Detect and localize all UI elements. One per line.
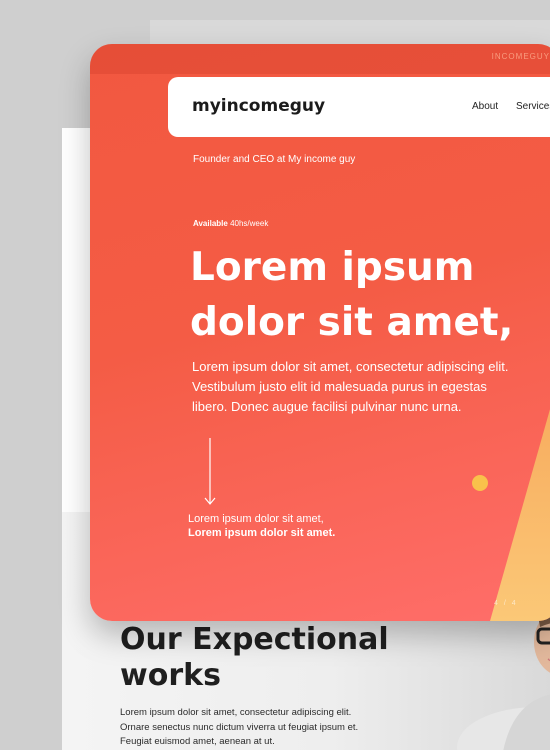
brand-logo[interactable]: myincomeguy bbox=[192, 96, 325, 116]
works-title: Our Expectional works bbox=[120, 622, 389, 693]
navbar: myincomeguy About Services bbox=[168, 77, 550, 137]
top-band-label: INCOMEGUY bbox=[491, 52, 550, 61]
hero-card: INCOMEGUY 4 / 4 myincomeguy About Servic… bbox=[90, 44, 550, 621]
availability-text: Available 40hs/week bbox=[193, 219, 268, 228]
hero-top-band bbox=[90, 44, 550, 74]
hero-subtext: Lorem ipsum dolor sit amet, consectetur … bbox=[192, 359, 509, 414]
hero-headline: Lorem ipsum dolor sit amet, bbox=[190, 245, 514, 345]
founder-tagline: Founder and CEO at My income guy bbox=[193, 154, 356, 165]
cta-text: Lorem ipsum dolor sit amet, bbox=[188, 513, 324, 525]
cta-text-bold[interactable]: Lorem ipsum dolor sit amet. bbox=[188, 527, 335, 539]
availability-label: Available bbox=[193, 219, 228, 228]
nav-link-about[interactable]: About bbox=[472, 101, 498, 112]
arrow-down-icon[interactable] bbox=[203, 438, 217, 506]
slide-pager[interactable]: 4 / 4 bbox=[494, 600, 518, 607]
works-description: Lorem ipsum dolor sit amet, consectetur … bbox=[120, 707, 359, 748]
availability-hours: 40hs/week bbox=[230, 219, 269, 228]
nav-link-services[interactable]: Services bbox=[516, 101, 550, 112]
dot-icon bbox=[472, 475, 488, 491]
